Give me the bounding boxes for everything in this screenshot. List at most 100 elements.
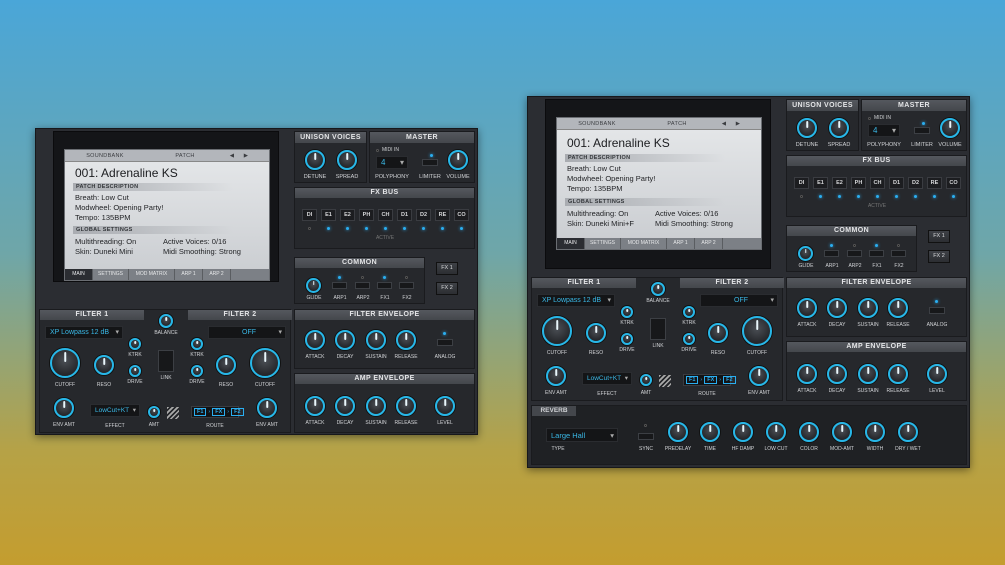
tab-mod-matrix[interactable]: MOD MATRIX (621, 238, 667, 249)
aenv-decay-knob[interactable] (827, 364, 847, 384)
filter1-type-select[interactable]: XP Lowpass 12 dB (45, 326, 123, 339)
fx2-button[interactable]: FX 2 (436, 282, 458, 295)
fx-slot-co[interactable]: CO (454, 209, 469, 221)
link-switch[interactable] (650, 318, 666, 340)
tab-main[interactable]: MAIN (557, 238, 585, 249)
next-patch-button[interactable]: ▶ (239, 150, 253, 161)
fenv-attack-knob[interactable] (305, 330, 325, 350)
filter1-type-select[interactable]: XP Lowpass 12 dB (537, 294, 615, 307)
polyphony-select[interactable]: 4 (868, 124, 900, 137)
polyphony-select[interactable]: 4 (376, 156, 408, 169)
filter2-drive-knob[interactable] (683, 333, 695, 345)
fx2-switch[interactable] (891, 250, 906, 257)
analog-switch[interactable] (929, 307, 945, 314)
balance-knob[interactable] (159, 314, 173, 328)
effect-select[interactable]: LowCut+KT (90, 404, 140, 417)
glide-knob[interactable] (798, 246, 813, 261)
limiter-switch[interactable] (422, 159, 438, 166)
mod-amt-knob[interactable] (832, 422, 852, 442)
aenv-level-knob[interactable] (927, 364, 947, 384)
filter1-cutoff-knob[interactable] (542, 316, 572, 346)
tab-mod-matrix[interactable]: MOD MATRIX (129, 269, 175, 280)
filter1-ktrk-knob[interactable] (621, 306, 633, 318)
volume-knob[interactable] (940, 118, 960, 138)
route-display[interactable]: F1 › FX › F2 (191, 406, 244, 418)
filter1-drive-knob[interactable] (621, 333, 633, 345)
tab-main[interactable]: MAIN (65, 269, 93, 280)
fx-slot-ph[interactable]: PH (359, 209, 374, 221)
filter2-drive-knob[interactable] (191, 365, 203, 377)
fx-slot-d1[interactable]: D1 (889, 177, 904, 189)
filter1-drive-knob[interactable] (129, 365, 141, 377)
dry-wet-knob[interactable] (898, 422, 918, 442)
next-patch-button[interactable]: ▶ (731, 118, 745, 129)
prev-patch-button[interactable]: ◀ (717, 118, 731, 129)
fx-slot-co[interactable]: CO (946, 177, 961, 189)
filter2-ktrk-knob[interactable] (683, 306, 695, 318)
spread-knob[interactable] (829, 118, 849, 138)
color-knob[interactable] (799, 422, 819, 442)
fenv-release-knob[interactable] (888, 298, 908, 318)
reverb-type-select[interactable]: Large Hall (546, 428, 618, 442)
glide-knob[interactable] (306, 278, 321, 293)
effect-amt-knob[interactable] (640, 374, 652, 386)
fx-slot-e1[interactable]: E1 (321, 209, 336, 221)
tab-arp-1[interactable]: ARP 1 (667, 238, 695, 249)
filter2-env-amt-knob[interactable] (749, 366, 769, 386)
filter2-cutoff-knob[interactable] (250, 348, 280, 378)
link-switch[interactable] (158, 350, 174, 372)
aenv-sustain-knob[interactable] (366, 396, 386, 416)
aenv-sustain-knob[interactable] (858, 364, 878, 384)
fx2-switch[interactable] (399, 282, 414, 289)
filter2-type-select[interactable]: OFF (208, 326, 286, 339)
filter2-env-amt-knob[interactable] (257, 398, 277, 418)
fx1-switch[interactable] (869, 250, 884, 257)
spread-knob[interactable] (337, 150, 357, 170)
effect-amt-knob[interactable] (148, 406, 160, 418)
arp1-switch[interactable] (332, 282, 347, 289)
filter1-reso-knob[interactable] (586, 323, 606, 343)
fx-slot-ch[interactable]: CH (870, 177, 885, 189)
tab-arp-1[interactable]: ARP 1 (175, 269, 203, 280)
filter1-env-amt-knob[interactable] (54, 398, 74, 418)
aenv-attack-knob[interactable] (797, 364, 817, 384)
filter1-ktrk-knob[interactable] (129, 338, 141, 350)
tab-arp-2[interactable]: ARP 2 (695, 238, 723, 249)
soundbank-tab[interactable]: SOUNDBANK (557, 118, 637, 129)
filter2-ktrk-knob[interactable] (191, 338, 203, 350)
filter2-type-select[interactable]: OFF (700, 294, 778, 307)
low-cut-knob[interactable] (766, 422, 786, 442)
tab-arp-2[interactable]: ARP 2 (203, 269, 231, 280)
filter1-cutoff-knob[interactable] (50, 348, 80, 378)
predelay-knob[interactable] (668, 422, 688, 442)
fx-slot-d2[interactable]: D2 (908, 177, 923, 189)
balance-knob[interactable] (651, 282, 665, 296)
aenv-attack-knob[interactable] (305, 396, 325, 416)
fenv-sustain-knob[interactable] (366, 330, 386, 350)
analog-switch[interactable] (437, 339, 453, 346)
limiter-switch[interactable] (914, 127, 930, 134)
soundbank-tab[interactable]: SOUNDBANK (65, 150, 145, 161)
fenv-decay-knob[interactable] (335, 330, 355, 350)
patch-tab[interactable]: PATCH (145, 150, 225, 161)
fx1-button[interactable]: FX 1 (436, 262, 458, 275)
aenv-level-knob[interactable] (435, 396, 455, 416)
arp2-switch[interactable] (355, 282, 370, 289)
arp1-switch[interactable] (824, 250, 839, 257)
volume-knob[interactable] (448, 150, 468, 170)
route-display[interactable]: F1 › FX › F2 (683, 374, 736, 386)
fx-slot-ch[interactable]: CH (378, 209, 393, 221)
fenv-release-knob[interactable] (396, 330, 416, 350)
width-knob[interactable] (865, 422, 885, 442)
fx-slot-re[interactable]: RE (927, 177, 942, 189)
detune-knob[interactable] (305, 150, 325, 170)
fx-slot-di[interactable]: DI (302, 209, 317, 221)
fx-slot-ph[interactable]: PH (851, 177, 866, 189)
time-knob[interactable] (700, 422, 720, 442)
arp2-switch[interactable] (847, 250, 862, 257)
filter2-reso-knob[interactable] (216, 355, 236, 375)
fx-slot-re[interactable]: RE (435, 209, 450, 221)
tab-settings[interactable]: SETTINGS (93, 269, 129, 280)
sync-switch[interactable] (638, 433, 654, 440)
fx2-button[interactable]: FX 2 (928, 250, 950, 263)
